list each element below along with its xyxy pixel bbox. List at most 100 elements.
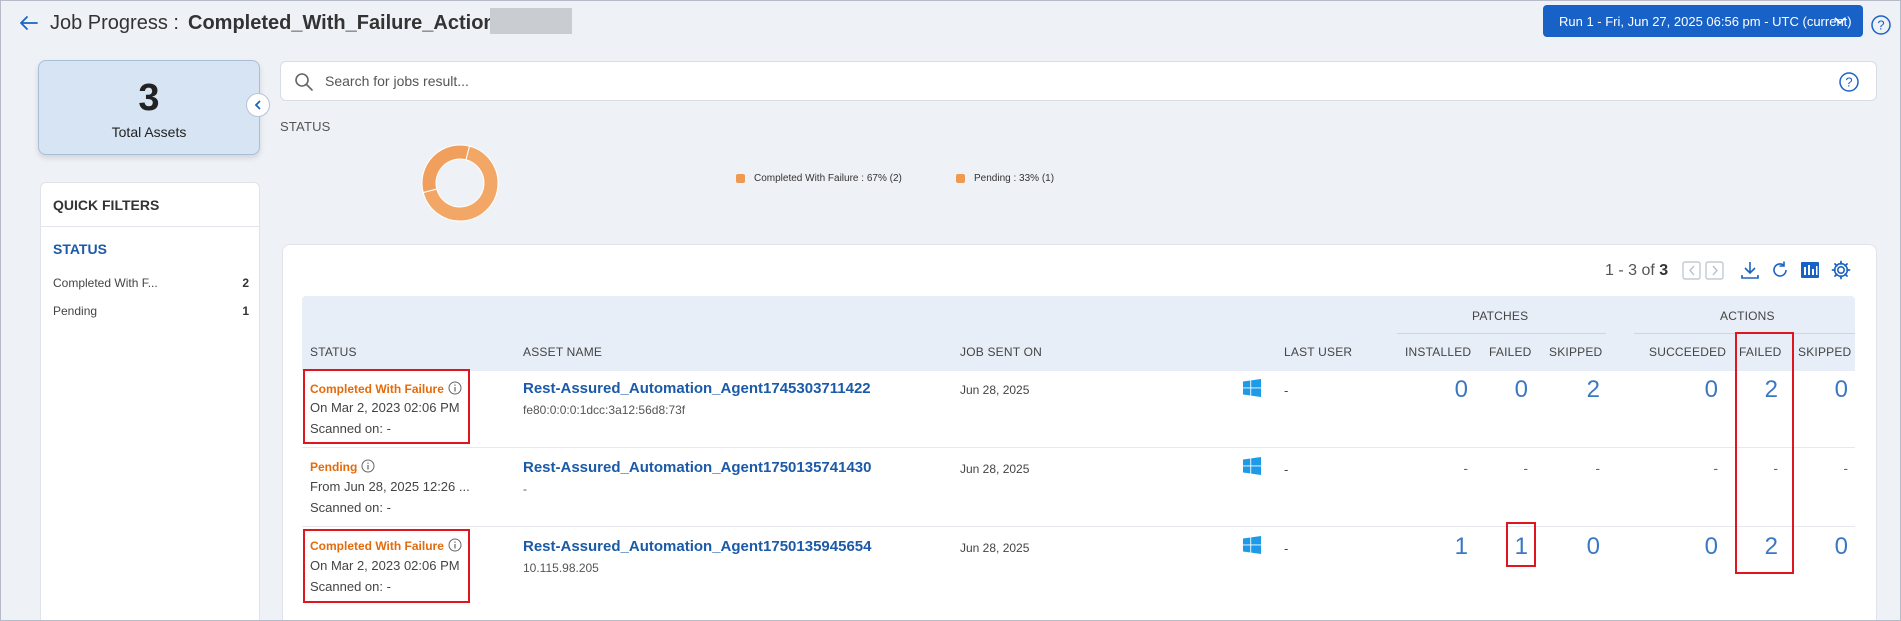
- installed-count: -: [1463, 460, 1468, 476]
- divider: [1397, 333, 1606, 334]
- column-header-job-sent-on[interactable]: JOB SENT ON: [960, 345, 1042, 359]
- table-header: [302, 296, 1855, 371]
- column-header-last-user[interactable]: LAST USER: [1284, 345, 1352, 359]
- column-header-action-skipped[interactable]: SKIPPED: [1798, 345, 1851, 359]
- total-assets-card: 3 Total Assets: [38, 60, 260, 155]
- highlight-box: [303, 529, 470, 603]
- asset-name-link[interactable]: Rest-Assured_Automation_Agent17453037114…: [523, 380, 871, 397]
- last-user: -: [1284, 462, 1289, 477]
- legend-item-completed-with-failure: Completed With Failure : 67% (2): [736, 173, 902, 184]
- gear-icon[interactable]: [1830, 259, 1852, 281]
- last-user: -: [1284, 541, 1289, 556]
- job-sent-date: Jun 28, 2025: [960, 541, 1030, 555]
- chevron-down-icon: [1834, 17, 1846, 25]
- filter-pending[interactable]: Pending 1: [53, 304, 249, 318]
- legend-swatch: [736, 174, 745, 183]
- column-header-asset-name[interactable]: ASSET NAME: [523, 345, 602, 359]
- patch-skipped-count[interactable]: 2: [1560, 376, 1600, 404]
- legend-swatch: [956, 174, 965, 183]
- filter-completed-with-failure[interactable]: Completed With F... 2: [53, 276, 249, 290]
- legend-label: Completed With Failure : 67% (2): [754, 173, 902, 184]
- search-icon: [295, 73, 313, 91]
- chevron-left-icon: [254, 100, 261, 110]
- download-icon[interactable]: [1739, 259, 1761, 281]
- page-title: Completed_With_Failure_Actions_: [188, 12, 518, 34]
- divider: [302, 447, 1855, 448]
- windows-icon: [1243, 457, 1261, 475]
- pagination-range: 1 - 3 of: [1605, 262, 1655, 279]
- quick-filters-status-heading: STATUS: [53, 241, 107, 257]
- windows-icon: [1243, 379, 1261, 397]
- highlight-box: [1506, 522, 1536, 567]
- highlight-box: [303, 369, 470, 444]
- action-skipped-count[interactable]: 0: [1808, 376, 1848, 404]
- search-input[interactable]: [325, 70, 1815, 92]
- asset-name-link[interactable]: Rest-Assured_Automation_Agent17501359456…: [523, 538, 871, 555]
- windows-icon: [1243, 536, 1261, 554]
- column-header-patch-failed[interactable]: FAILED: [1489, 345, 1532, 359]
- succeeded-count[interactable]: 0: [1678, 376, 1718, 404]
- divider: [302, 526, 1855, 527]
- filter-label: Pending: [53, 304, 98, 318]
- collapse-panel-button[interactable]: [246, 93, 270, 117]
- donut-slice-pending[interactable]: [421, 144, 471, 194]
- help-icon[interactable]: ?: [1838, 71, 1860, 93]
- patch-failed-count: -: [1523, 460, 1528, 476]
- job-sent-date: Jun 28, 2025: [960, 462, 1030, 476]
- filter-count: 1: [242, 304, 249, 318]
- action-skipped-count[interactable]: 0: [1808, 533, 1848, 561]
- action-skipped-count: -: [1843, 460, 1848, 476]
- run-selector[interactable]: Run 1 - Fri, Jun 27, 2025 06:56 pm - UTC…: [1543, 5, 1863, 37]
- prev-page-icon[interactable]: [1681, 259, 1703, 281]
- header: Job Progress : Completed_With_Failure_Ac…: [0, 0, 1901, 46]
- legend-item-pending: Pending : 33% (1): [956, 173, 1054, 184]
- scanned-on: Scanned on: -: [310, 500, 391, 515]
- asset-address: -: [523, 482, 527, 496]
- info-icon[interactable]: [361, 459, 375, 473]
- pagination-total: 3: [1659, 262, 1669, 279]
- column-header-patch-skipped[interactable]: SKIPPED: [1549, 345, 1602, 359]
- status-chart-title: STATUS: [280, 119, 331, 134]
- next-page-icon[interactable]: [1704, 259, 1726, 281]
- column-header-installed[interactable]: INSTALLED: [1405, 345, 1471, 359]
- legend-label: Pending : 33% (1): [974, 173, 1055, 184]
- group-header-actions: ACTIONS: [1720, 309, 1775, 323]
- help-icon[interactable]: ?: [1870, 14, 1892, 36]
- patch-failed-count[interactable]: 0: [1488, 376, 1528, 404]
- asset-name-link[interactable]: Rest-Assured_Automation_Agent17501357414…: [523, 459, 871, 476]
- installed-count[interactable]: 0: [1428, 376, 1468, 404]
- svg-text:?: ?: [1845, 75, 1852, 90]
- installed-count[interactable]: 1: [1428, 533, 1468, 561]
- patch-skipped-count: -: [1595, 460, 1600, 476]
- quick-filters-panel: QUICK FILTERS STATUS Completed With F...…: [40, 182, 260, 621]
- filter-label: Completed With F...: [53, 276, 158, 290]
- patch-skipped-count[interactable]: 0: [1560, 533, 1600, 561]
- page-title-prefix: Job Progress :: [50, 12, 179, 34]
- asset-address: 10.115.98.205: [523, 561, 599, 575]
- total-assets-label: Total Assets: [111, 124, 187, 140]
- highlight-box: [1735, 332, 1794, 574]
- column-chart-icon[interactable]: [1799, 259, 1821, 281]
- refresh-icon[interactable]: [1769, 259, 1791, 281]
- group-header-patches: PATCHES: [1472, 309, 1529, 323]
- divider: [41, 226, 259, 227]
- status-label: Pending: [310, 459, 375, 474]
- job-sent-date: Jun 28, 2025: [960, 383, 1030, 397]
- redacted-box: [490, 8, 572, 34]
- quick-filters-title: QUICK FILTERS: [53, 197, 160, 213]
- search-bar: ?: [280, 61, 1877, 101]
- succeeded-count[interactable]: 0: [1678, 533, 1718, 561]
- back-arrow-icon[interactable]: [18, 12, 40, 34]
- filter-count: 2: [242, 276, 249, 290]
- total-assets-count: 3: [138, 77, 160, 119]
- svg-text:?: ?: [1877, 18, 1884, 33]
- pagination-info: 1 - 3 of 3: [1605, 262, 1668, 280]
- asset-address: fe80:0:0:0:1dcc:3a12:56d8:73f: [523, 403, 686, 417]
- status-donut-chart: [421, 144, 499, 222]
- last-user: -: [1284, 383, 1289, 398]
- status-date: From Jun 28, 2025 12:26 ...: [310, 479, 470, 494]
- column-header-succeeded[interactable]: SUCCEEDED: [1649, 345, 1726, 359]
- column-header-status[interactable]: STATUS: [310, 345, 357, 359]
- run-selector-label: Run 1 - Fri, Jun 27, 2025 06:56 pm - UTC…: [1559, 13, 1852, 29]
- succeeded-count: -: [1713, 460, 1718, 476]
